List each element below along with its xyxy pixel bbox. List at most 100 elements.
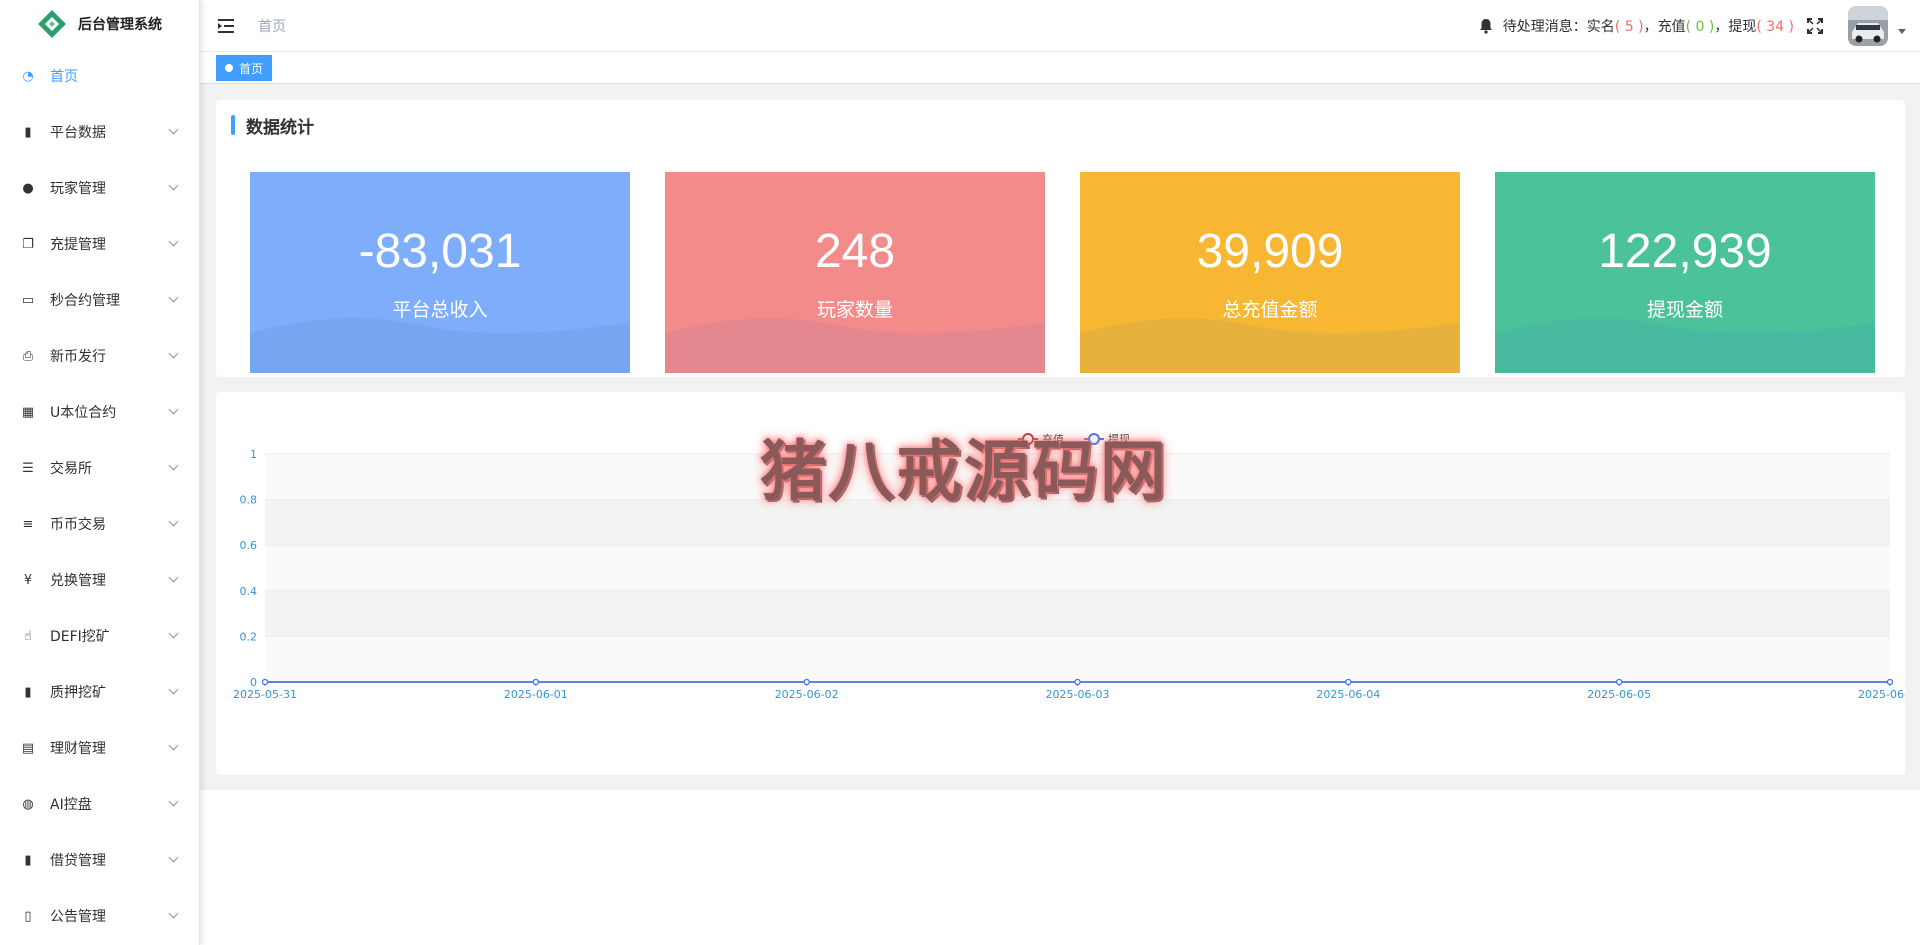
data-point — [261, 678, 269, 686]
bell-icon[interactable] — [1477, 17, 1495, 35]
withdraw-count: 34 — [1766, 19, 1785, 35]
stat-label: 平台总收入 — [392, 299, 488, 321]
chevron-down-icon — [168, 180, 179, 191]
yen-icon: ¥ — [23, 572, 33, 588]
app-title: 后台管理系统 — [78, 17, 162, 33]
x-tick-label: 2025-06-01 — [504, 688, 568, 701]
tag-home-label: 首页 — [239, 61, 264, 76]
data-point — [1886, 678, 1894, 686]
open-book-icon: ▯ — [24, 908, 32, 924]
sidebar-item-13[interactable]: ◍ AI控盘 — [0, 776, 199, 832]
chevron-down-icon — [168, 628, 179, 639]
stat-label: 总充值金额 — [1222, 299, 1318, 321]
sidebar-item-0[interactable]: ◔ 首页 — [0, 48, 199, 104]
avatar[interactable] — [1848, 6, 1888, 46]
sidebar-item-label: 理财管理 — [50, 741, 106, 757]
data-point — [532, 678, 539, 686]
sidebar-item-2[interactable]: ● 玩家管理 — [0, 160, 199, 216]
chevron-down-icon — [168, 796, 179, 807]
stat-card-1: 248 玩家数量 — [665, 172, 1045, 373]
data-point — [1616, 678, 1623, 686]
user-icon: ● — [22, 180, 34, 196]
stat-card-0: -83,031 平台总收入 — [250, 172, 630, 373]
hamburger-icon[interactable] — [216, 16, 236, 36]
bar-chart-icon: ▮ — [24, 684, 32, 700]
sidebar-item-label: 交易所 — [50, 461, 92, 477]
tags-view: 首页 — [200, 52, 1920, 84]
sidebar-item-label: 首页 — [50, 69, 78, 85]
x-tick-label: 2025-06-03 — [1046, 688, 1110, 701]
dashboard-icon: ◔ — [22, 68, 34, 84]
grid-band — [265, 545, 1890, 591]
sidebar-item-7[interactable]: ☰ 交易所 — [0, 440, 199, 496]
sidebar-item-label: 兑换管理 — [50, 573, 106, 589]
chevron-down-icon — [168, 404, 179, 415]
title-accent-bar — [231, 115, 235, 135]
main-footer-area — [200, 790, 1920, 945]
admin-app: 后台管理系统 ◔ 首页 ▮ 平台数据 ● 玩家管理 ❐ 充提管理 ▭ 秒合约管理 ⎙ 新币发行 ▦ U本位… — [0, 0, 1920, 945]
sidebar-item-6[interactable]: ▦ U本位合约 — [0, 384, 199, 440]
withdraw-label: 提现 — [1728, 19, 1757, 35]
tag-home[interactable]: 首页 — [216, 55, 273, 81]
sidebar-item-3[interactable]: ❐ 充提管理 — [0, 216, 199, 272]
sidebar: 后台管理系统 ◔ 首页 ▮ 平台数据 ● 玩家管理 ❐ 充提管理 ▭ 秒合约管理 ⎙ 新币发行 ▦ U本位… — [0, 0, 200, 945]
chevron-down-icon — [168, 908, 179, 919]
sidebar-item-4[interactable]: ▭ 秒合约管理 — [0, 272, 199, 328]
sidebar-item-label: 充提管理 — [50, 237, 106, 253]
chevron-down-icon — [168, 292, 179, 303]
data-point — [803, 678, 810, 686]
sidebar-item-label: 秒合约管理 — [50, 293, 120, 309]
recharge-label: 充值 — [1657, 19, 1686, 35]
avatar-dropdown-caret[interactable] — [1898, 28, 1906, 34]
wave-decoration — [1080, 318, 1460, 373]
y-tick-label: 0.4 — [240, 585, 258, 598]
tree-list-icon: ☰ — [22, 460, 34, 476]
wave-decoration — [1495, 318, 1875, 373]
chevron-down-icon — [168, 852, 179, 863]
chevron-down-icon — [168, 124, 179, 135]
logo-icon — [38, 10, 66, 38]
wave-decoration — [250, 318, 630, 373]
stat-label: 玩家数量 — [816, 299, 893, 321]
sidebar-item-label: 平台数据 — [50, 125, 106, 141]
x-tick-label: 2025-06-05 — [1587, 688, 1651, 701]
stat-label: 提现金额 — [1646, 299, 1723, 321]
y-tick-label: 0.6 — [240, 539, 258, 552]
sidebar-item-9[interactable]: ¥ 兑换管理 — [0, 552, 199, 608]
sidebar-item-label: 借贷管理 — [50, 853, 106, 869]
chart-monitor-icon: ▭ — [21, 292, 35, 308]
chevron-down-icon — [168, 572, 179, 583]
data-point — [1074, 678, 1081, 686]
sidebar-item-15[interactable]: ▯ 公告管理 — [0, 888, 199, 944]
sidebar-item-11[interactable]: ▮ 质押挖矿 — [0, 664, 199, 720]
copy-icon: ❐ — [22, 236, 34, 252]
sidebar-item-1[interactable]: ▮ 平台数据 — [0, 104, 199, 160]
fullscreen-icon[interactable] — [1806, 17, 1824, 35]
hand-pointer-icon: ☝ — [24, 628, 32, 644]
chevron-down-icon — [168, 684, 179, 695]
sidebar-item-12[interactable]: ▤ 理财管理 — [0, 720, 199, 776]
pending-messages[interactable]: 待处理消息：实名( 5 )，充值( 0 )，提现( 34 ) — [1503, 16, 1794, 36]
main-content: 数据统计 -83,031 平台总收入 248 玩家数量 39,909 总充值金额 122,9… — [200, 85, 1920, 945]
sidebar-item-14[interactable]: ▮ 借贷管理 — [0, 832, 199, 888]
list-icon: ≡ — [22, 516, 34, 532]
sidebar-item-5[interactable]: ⎙ 新币发行 — [0, 328, 199, 384]
logo[interactable]: 后台管理系统 — [0, 0, 199, 48]
recharge-count: 0 — [1695, 19, 1705, 35]
chevron-down-icon — [168, 516, 179, 527]
grid-band — [265, 636, 1890, 682]
grid-band — [265, 590, 1890, 637]
sidebar-item-label: AI控盘 — [50, 797, 92, 813]
sidebar-item-8[interactable]: ≡ 币币交易 — [0, 496, 199, 552]
stats-panel: 数据统计 -83,031 平台总收入 248 玩家数量 39,909 总充值金额 122,9… — [216, 100, 1905, 377]
realname-label: 实名 — [1586, 19, 1615, 35]
active-dot-icon — [225, 64, 233, 72]
stat-value: 248 — [814, 225, 896, 278]
stats-title: 数据统计 — [231, 114, 314, 138]
sidebar-item-label: 质押挖矿 — [50, 685, 106, 701]
book-icon: ▮ — [24, 124, 32, 140]
chevron-down-icon — [168, 236, 179, 247]
chevron-down-icon — [168, 348, 179, 359]
sidebar-item-10[interactable]: ☝ DEFI挖矿 — [0, 608, 199, 664]
x-tick-label: 2025-06-06 — [1858, 688, 1905, 701]
